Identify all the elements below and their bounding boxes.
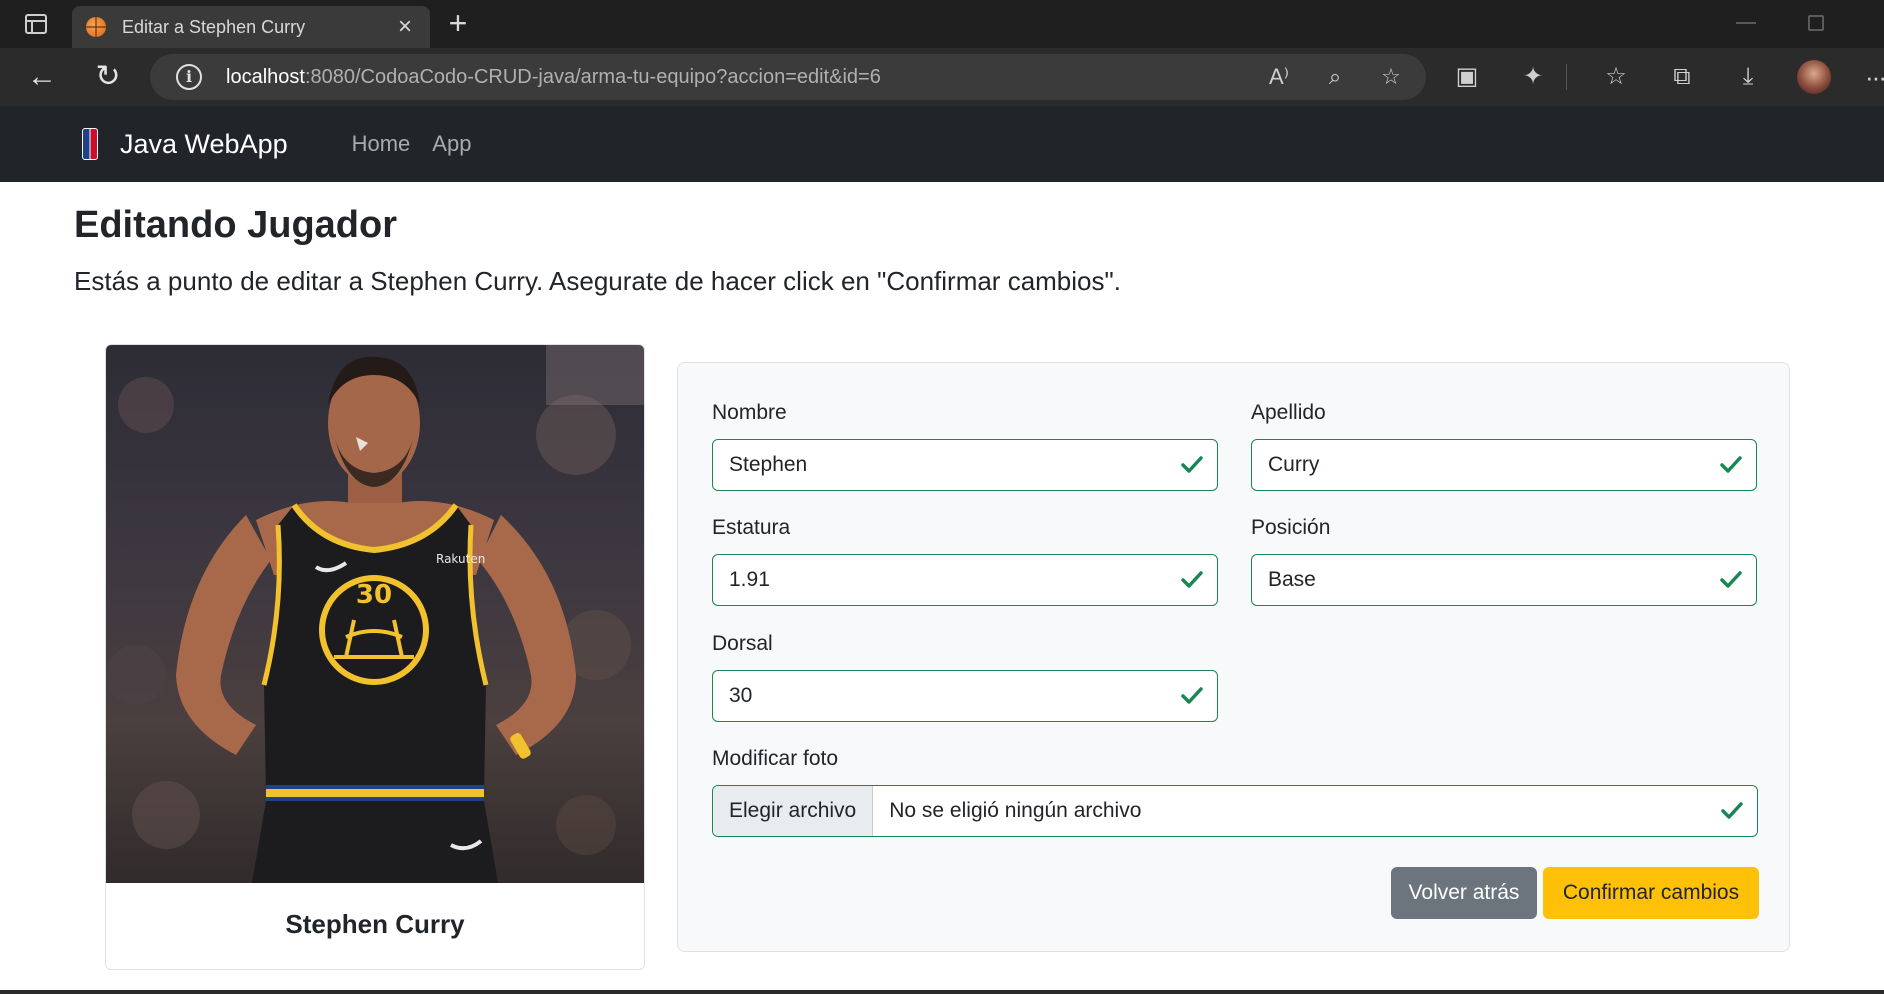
browser-tab-bar: Editar a Stephen Curry × + (0, 0, 1884, 48)
nombre-input[interactable]: Stephen (712, 439, 1218, 491)
jersey-number: 30 (356, 580, 392, 610)
dorsal-field-group: Dorsal 30 (712, 632, 1218, 722)
new-tab-icon[interactable]: + (442, 7, 474, 40)
nombre-value: Stephen (729, 453, 808, 476)
tab-actions-icon[interactable] (16, 10, 56, 38)
tab-title: Editar a Stephen Curry (122, 16, 306, 37)
collections-icon[interactable]: ⧉ (1665, 60, 1699, 94)
maximize-icon[interactable] (1808, 15, 1824, 31)
browser-toolbar: ← ↻ i localhost:8080/CodoaCodo-CRUD-java… (0, 48, 1884, 106)
valid-check-icon (1181, 687, 1203, 704)
posicion-value: Base (1268, 568, 1316, 591)
nav-link-home[interactable]: Home (352, 131, 411, 157)
url-path: :8080/CodoaCodo-CRUD-java/arma-tu-equipo… (304, 65, 881, 88)
estatura-field-group: Estatura 1.91 (712, 516, 1218, 606)
confirm-changes-button[interactable]: Confirmar cambios (1543, 867, 1759, 919)
info-icon[interactable]: i (176, 64, 202, 90)
back-button[interactable]: Volver atrás (1391, 867, 1537, 919)
dorsal-value: 30 (729, 684, 753, 707)
posicion-field-group: Posición Base (1251, 516, 1757, 606)
window-bottom-edge (0, 990, 1884, 994)
nav-link-app[interactable]: App (432, 131, 471, 157)
valid-check-icon (1720, 571, 1742, 588)
nombre-field-group: Nombre Stephen (712, 401, 1218, 491)
page-title: Editando Jugador (74, 204, 397, 246)
brand-name[interactable]: Java WebApp (120, 129, 288, 160)
player-photo: 30 Rakuten (106, 345, 644, 883)
browser-tab-active[interactable]: Editar a Stephen Curry × (72, 6, 430, 48)
choose-file-button[interactable]: Elegir archivo (713, 786, 874, 836)
edit-player-form: Nombre Stephen Apellido Curry Estatura 1… (677, 362, 1790, 952)
player-card: 30 Rakuten Stephen Curry (105, 344, 645, 970)
valid-check-icon (1720, 456, 1742, 473)
valid-check-icon (1721, 802, 1743, 819)
file-input[interactable]: Elegir archivo No se eligió ningún archi… (712, 785, 1758, 837)
minimize-icon[interactable] (1736, 22, 1756, 24)
page-lead: Estás a punto de editar a Stephen Curry.… (74, 266, 1121, 296)
estatura-label: Estatura (712, 516, 791, 539)
apellido-value: Curry (1268, 453, 1320, 476)
basketball-icon (86, 17, 106, 37)
dorsal-input[interactable]: 30 (712, 670, 1218, 722)
posicion-label: Posición (1251, 516, 1331, 539)
apellido-input[interactable]: Curry (1251, 439, 1757, 491)
estatura-value: 1.91 (729, 568, 770, 591)
extensions-icon[interactable]: ✦ (1516, 60, 1550, 94)
zoom-out-icon[interactable]: ⌕ (1320, 62, 1350, 92)
apellido-label: Apellido (1251, 401, 1326, 424)
back-arrow-icon[interactable]: ← (22, 58, 62, 96)
valid-check-icon (1181, 571, 1203, 588)
player-name: Stephen Curry (285, 909, 465, 939)
read-aloud-icon[interactable]: A⁾ (1264, 62, 1294, 92)
foto-label: Modificar foto (712, 747, 839, 770)
favorites-icon[interactable]: ☆ (1599, 60, 1633, 94)
close-tab-icon[interactable]: × (394, 15, 416, 39)
refresh-icon[interactable]: ↻ (88, 58, 128, 96)
add-favorite-icon[interactable]: ☆ (1376, 62, 1406, 92)
apellido-field-group: Apellido Curry (1251, 401, 1757, 491)
nombre-label: Nombre (712, 401, 787, 424)
valid-check-icon (1181, 456, 1203, 473)
profile-avatar[interactable] (1797, 60, 1831, 94)
posicion-input[interactable]: Base (1251, 554, 1757, 606)
jersey-sponsor: Rakuten (436, 552, 485, 566)
app-navbar: Java WebApp Home App (0, 106, 1884, 182)
downloads-icon[interactable]: ⤓ (1731, 60, 1765, 94)
nba-logo-icon[interactable] (82, 128, 98, 160)
file-status: No se eligió ningún archivo (889, 799, 1142, 822)
foto-field-group: Modificar foto Elegir archivo No se elig… (712, 747, 1758, 837)
split-screen-icon[interactable]: ▣ (1450, 60, 1484, 94)
url-host: localhost (226, 65, 305, 88)
address-bar[interactable]: i localhost:8080/CodoaCodo-CRUD-java/arm… (150, 54, 1426, 100)
dorsal-label: Dorsal (712, 632, 773, 655)
toolbar-divider (1566, 64, 1567, 90)
more-options-icon[interactable]: ··· (1865, 62, 1884, 93)
estatura-input[interactable]: 1.91 (712, 554, 1218, 606)
